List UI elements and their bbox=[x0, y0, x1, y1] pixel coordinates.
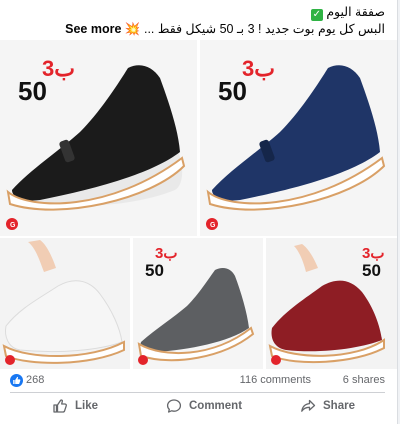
price-badge-bottom: 50 bbox=[145, 261, 164, 280]
share-button[interactable]: Share bbox=[300, 395, 355, 417]
caption-title-line: صفقة اليوم ✓ bbox=[5, 4, 385, 21]
price-badge-top: 3ب bbox=[362, 245, 384, 262]
share-arrow-icon bbox=[301, 399, 316, 412]
divider bbox=[10, 392, 385, 393]
like-button[interactable]: Like bbox=[52, 395, 98, 417]
reaction-count[interactable]: 268 bbox=[26, 374, 44, 386]
check-mark-icon: ✓ bbox=[310, 9, 323, 21]
gallery-photo-black-shoe[interactable]: 3ب 50 G bbox=[0, 40, 197, 236]
photo-gallery: 3ب 50 G 3ب 50 G 3ب 50 3ب 50 bbox=[0, 40, 397, 369]
black-shoe-image: 3ب 50 G bbox=[0, 40, 197, 236]
comments-count[interactable]: 116 comments bbox=[240, 374, 311, 386]
like-reaction-icon[interactable] bbox=[10, 374, 23, 387]
price-badge-bottom: 50 bbox=[362, 261, 381, 280]
gray-shoe-image: 3ب 50 bbox=[133, 238, 263, 369]
price-badge-bottom: 50 bbox=[218, 76, 247, 106]
comment-button[interactable]: Comment bbox=[166, 395, 242, 417]
gallery-photo-navy-shoe[interactable]: 3ب 50 G bbox=[200, 40, 397, 236]
price-badge-top: 3ب bbox=[155, 245, 177, 262]
brand-logo bbox=[271, 355, 281, 365]
price-badge-bottom: 50 bbox=[18, 76, 47, 106]
caption-ellipsis: ... bbox=[143, 22, 155, 36]
brand-logo bbox=[5, 355, 15, 365]
price-badge-top: 3ب bbox=[242, 56, 275, 81]
caption-body: البس كل يوم بوت جديد ! 3 بـ 50 شيكل فقط bbox=[157, 22, 385, 36]
white-shoe-image bbox=[0, 238, 130, 369]
share-label: Share bbox=[323, 400, 355, 412]
svg-text:G: G bbox=[210, 222, 216, 229]
gallery-photo-red-shoe[interactable]: 3ب 50 bbox=[266, 238, 397, 369]
red-shoe-image: 3ب 50 bbox=[266, 238, 397, 369]
caption-title: صفقة اليوم bbox=[326, 5, 385, 19]
navy-shoe-image: 3ب 50 G bbox=[200, 40, 397, 236]
caption-body-line: See more 💥 ... البس كل يوم بوت جديد ! 3 … bbox=[5, 21, 385, 37]
post-caption: صفقة اليوم ✓ See more 💥 ... البس كل يوم … bbox=[5, 4, 385, 37]
comment-bubble-icon bbox=[166, 399, 182, 413]
see-more-link[interactable]: See more bbox=[65, 22, 121, 36]
svg-text:G: G bbox=[10, 222, 16, 229]
shares-count[interactable]: 6 shares bbox=[343, 374, 385, 386]
like-label: Like bbox=[75, 400, 99, 412]
gallery-photo-white-shoe[interactable] bbox=[0, 238, 130, 369]
post-stats: 268 116 comments 6 shares bbox=[0, 371, 397, 391]
brand-logo bbox=[138, 355, 148, 365]
price-badge-top: 3ب bbox=[42, 56, 75, 81]
comment-label: Comment bbox=[189, 400, 243, 412]
post-actions: Like Comment Share bbox=[0, 395, 397, 419]
gallery-photo-gray-shoe[interactable]: 3ب 50 bbox=[133, 238, 263, 369]
sparkle-icon: 💥 bbox=[124, 22, 141, 36]
facebook-post-card: صفقة اليوم ✓ See more 💥 ... البس كل يوم … bbox=[0, 0, 398, 424]
thumbs-up-icon bbox=[53, 399, 67, 413]
